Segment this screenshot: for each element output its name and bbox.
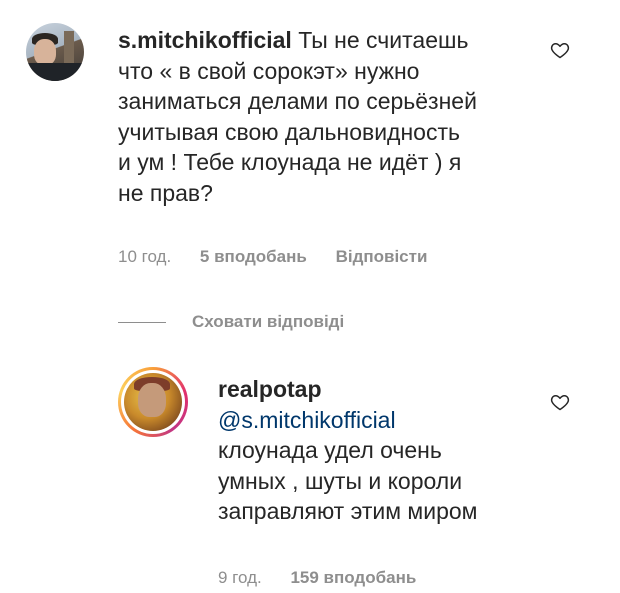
hide-replies-label: Сховати відповіді xyxy=(192,312,345,331)
reply-likes[interactable]: 159 вподобань xyxy=(290,568,416,587)
comment-text-line: заниматься делами по серьёзней xyxy=(118,88,477,114)
comment-body: s.mitchikofficial Ты не считаешь что « в… xyxy=(118,25,558,208)
comment-text-line: учитывая свою дальновидность xyxy=(118,118,460,145)
heart-outline-icon[interactable] xyxy=(550,392,570,412)
reply-text-line: клоунада удел очень xyxy=(218,437,442,463)
comment-text-first: Ты не считаешь xyxy=(291,27,469,53)
comment-text-line: и ум ! Тебе клоунада не идёт ) я xyxy=(118,149,462,175)
divider-line xyxy=(118,321,166,323)
reply-time[interactable]: 9 год. xyxy=(218,568,262,587)
comment-text-line: не прав? xyxy=(118,179,213,206)
avatar-photo-face xyxy=(34,39,56,65)
reply-meta: 9 год. 159 вподобань xyxy=(218,568,440,588)
avatar-photo-face xyxy=(138,383,166,417)
reply-text-line: умных , шуты и короли xyxy=(218,467,463,494)
reply-button[interactable]: Відповісти xyxy=(336,247,428,266)
reply-text-line: заправляют этим миром xyxy=(218,498,478,524)
comment-likes[interactable]: 5 вподобань xyxy=(200,247,307,266)
reply-body: realpotap @s.mitchikofficial клоунада уд… xyxy=(218,374,548,527)
reply-avatar[interactable] xyxy=(124,373,182,431)
avatar-photo-coat xyxy=(26,63,84,81)
comment-time[interactable]: 10 год. xyxy=(118,247,171,266)
commenter-avatar[interactable] xyxy=(26,23,84,81)
hide-replies-button[interactable]: Сховати відповіді xyxy=(118,311,344,333)
comment-text-line: что « в свой сорокэт» нужно xyxy=(118,57,420,84)
comment-first-line: s.mitchikofficial Ты не считаешь xyxy=(118,25,558,56)
comment-meta: 10 год. 5 вподобань Відповісти xyxy=(118,247,451,267)
reply-username[interactable]: realpotap xyxy=(218,374,548,405)
comment-username[interactable]: s.mitchikofficial xyxy=(118,27,292,53)
reply-mention[interactable]: @s.mitchikofficial xyxy=(218,405,548,436)
heart-outline-icon[interactable] xyxy=(550,40,570,60)
